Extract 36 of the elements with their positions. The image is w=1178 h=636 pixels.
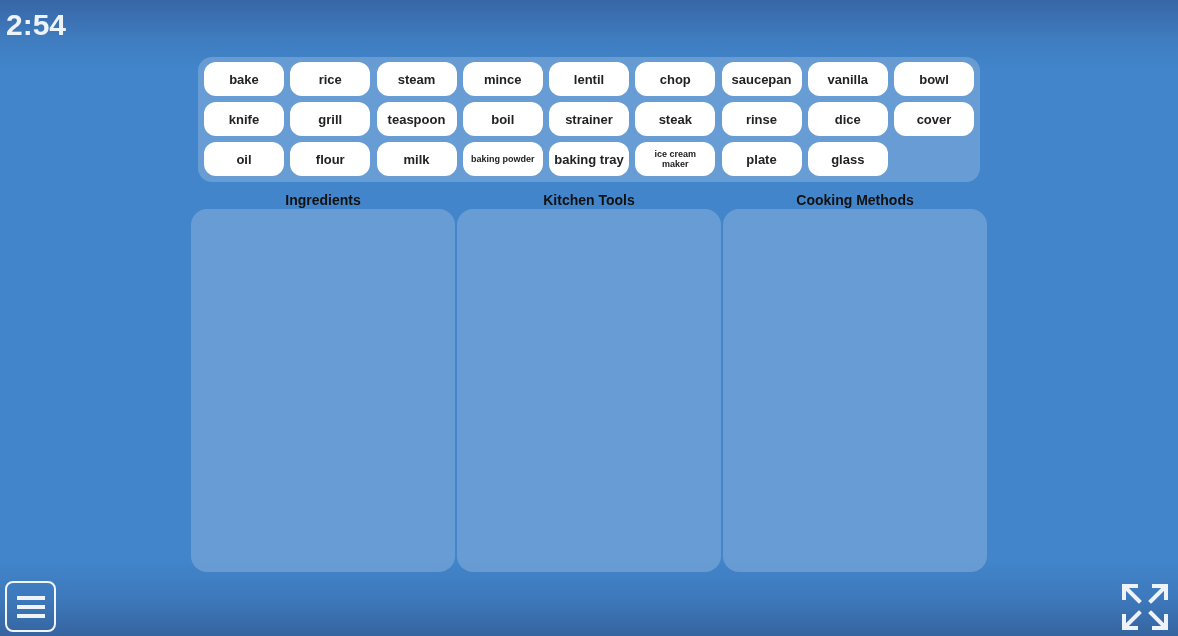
word-card[interactable]: teaspoon: [376, 102, 457, 136]
word-card[interactable]: baking tray: [549, 142, 629, 176]
fullscreen-icon[interactable]: [1122, 583, 1168, 630]
category-title: Kitchen Tools: [543, 192, 635, 209]
word-card[interactable]: boil: [462, 102, 543, 136]
word-card[interactable]: ice cream maker: [635, 142, 716, 176]
countdown-timer: 2:54: [6, 8, 67, 42]
word-card[interactable]: knife: [204, 102, 284, 136]
word-card[interactable]: strainer: [549, 102, 629, 136]
menu-button[interactable]: [5, 581, 56, 632]
word-card[interactable]: vanilla: [807, 62, 888, 96]
word-card[interactable]: dice: [807, 102, 888, 136]
word-card[interactable]: oil: [204, 142, 284, 176]
word-card[interactable]: bowl: [894, 62, 974, 96]
word-card[interactable]: flour: [290, 142, 371, 176]
drop-zone[interactable]: [457, 209, 721, 572]
word-card[interactable]: lentil: [549, 62, 629, 96]
word-card[interactable]: steam: [376, 62, 457, 96]
category-title: Ingredients: [285, 192, 361, 209]
word-card[interactable]: rice: [290, 62, 371, 96]
word-card[interactable]: steak: [635, 102, 716, 136]
word-card[interactable]: cover: [894, 102, 974, 136]
drop-zone[interactable]: [723, 209, 987, 572]
word-card[interactable]: glass: [807, 142, 888, 176]
word-card[interactable]: milk: [376, 142, 457, 176]
category-title: Cooking Methods: [796, 192, 914, 209]
word-card[interactable]: rinse: [721, 102, 802, 136]
drop-zone[interactable]: [191, 209, 455, 572]
word-card[interactable]: mince: [462, 62, 543, 96]
word-card[interactable]: plate: [721, 142, 802, 176]
word-card[interactable]: chop: [635, 62, 716, 96]
word-card[interactable]: bake: [204, 62, 284, 96]
menu-icon: [16, 594, 45, 619]
word-card[interactable]: grill: [290, 102, 371, 136]
word-card[interactable]: saucepan: [721, 62, 802, 96]
word-card[interactable]: baking powder: [462, 142, 543, 176]
